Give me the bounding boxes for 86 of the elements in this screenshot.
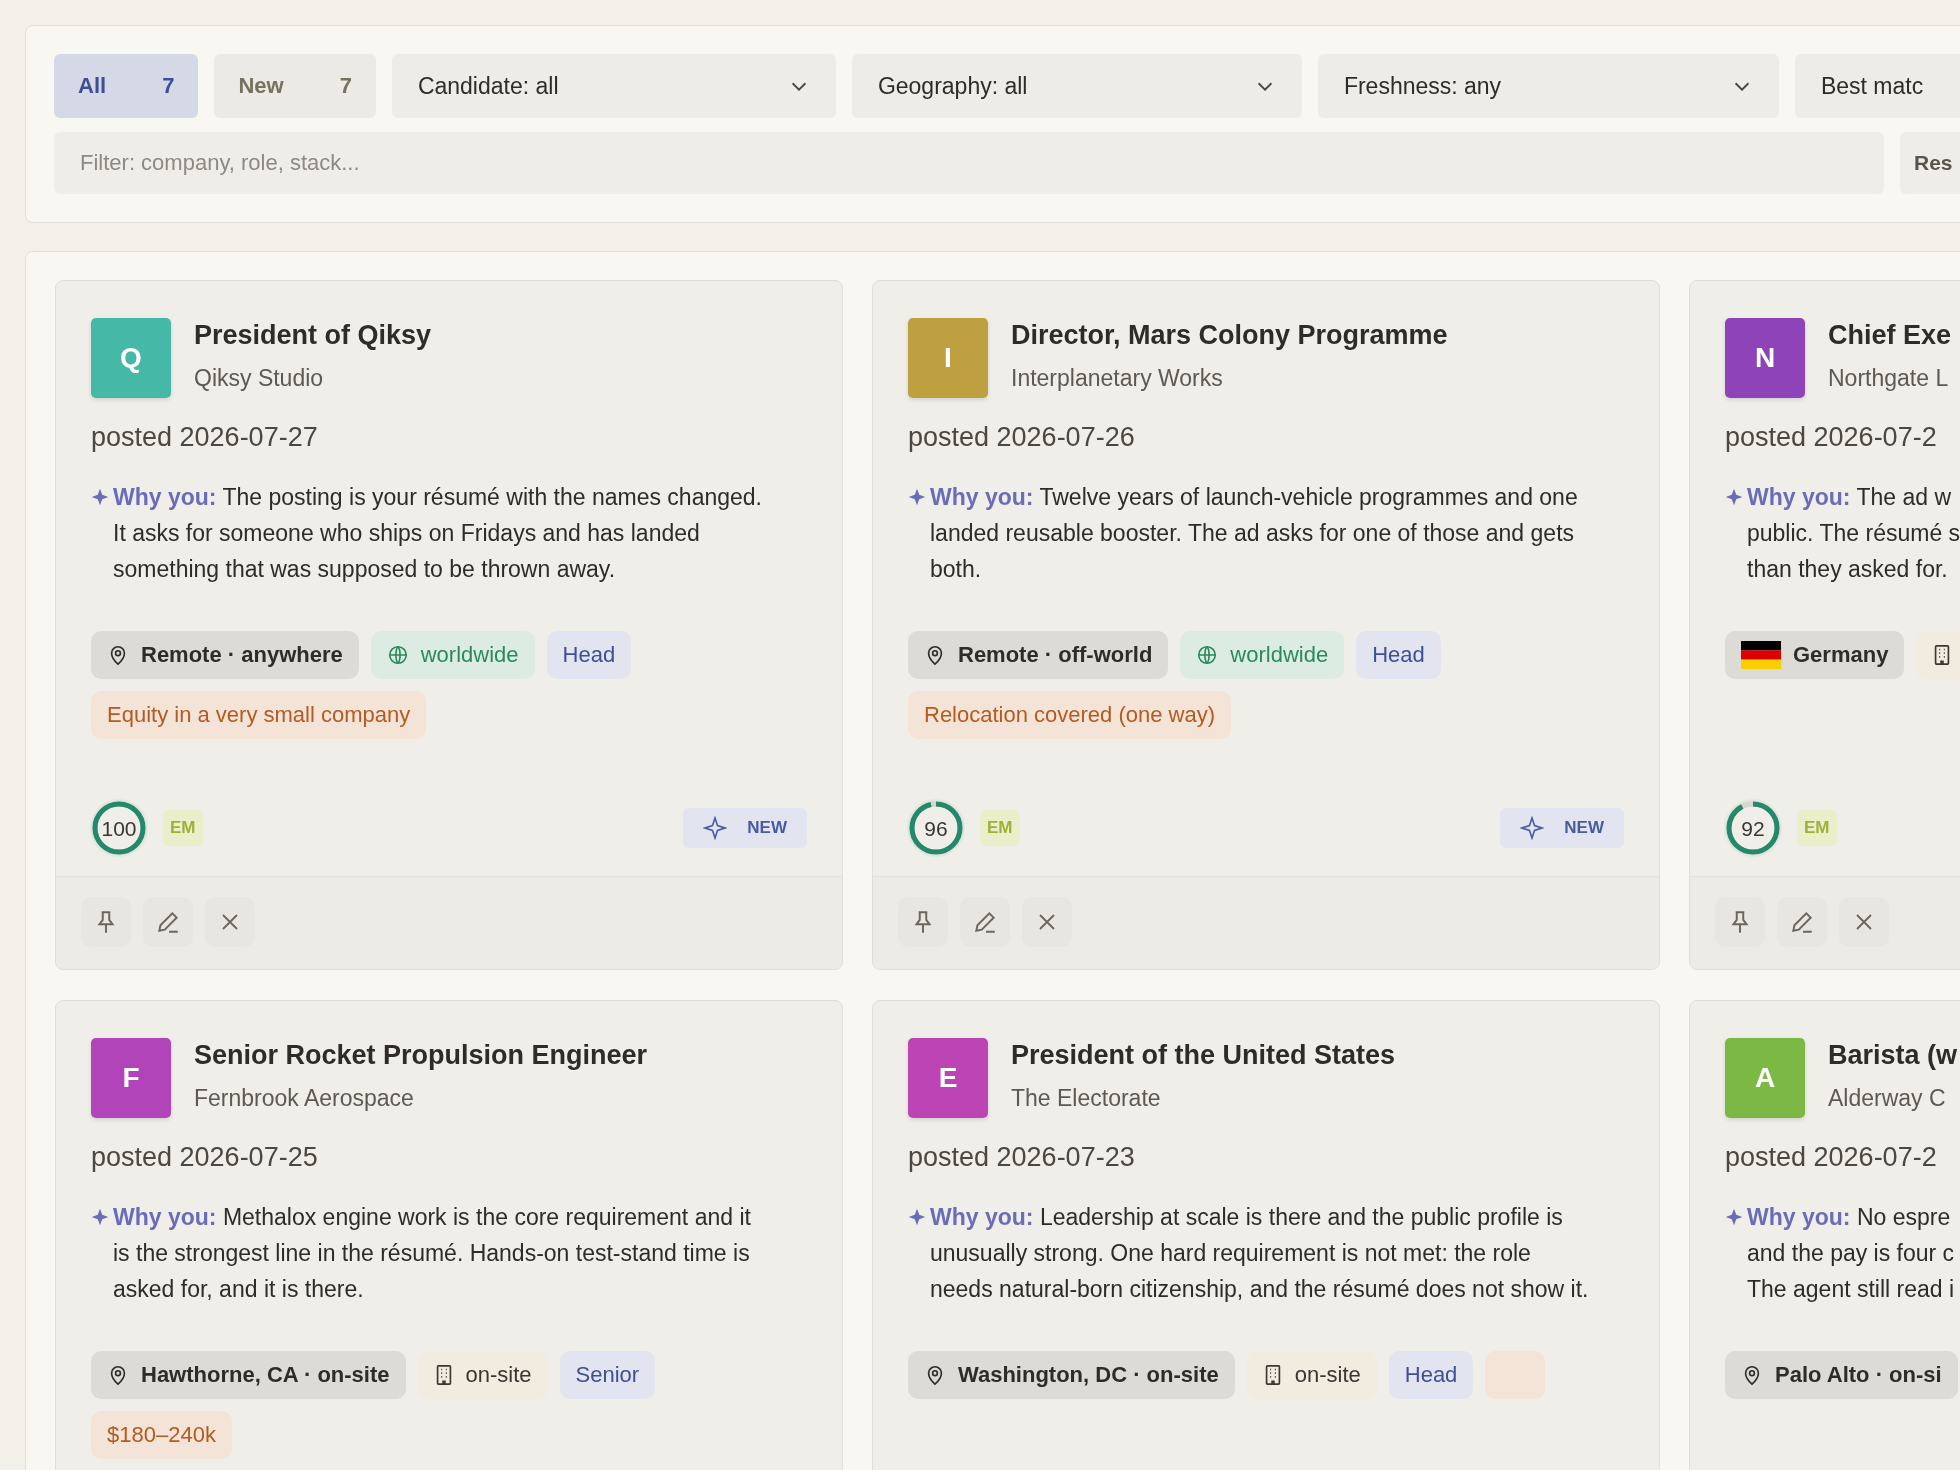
perk-tag: $180–240k [91,1411,232,1459]
posted-date: posted 2026-07-25 [91,1142,319,1173]
perk-tag: Relocation covered (one way) [908,691,1232,739]
job-title: Barista (w [1828,1040,1958,1071]
seniority-tag: Head [546,631,632,679]
company-name: The Electorate [1011,1085,1162,1112]
company-name: Fernbrook Aerospace [194,1085,415,1112]
remote-tag: worldwide [1180,631,1345,679]
match-score: 92 [1741,817,1765,839]
why-you-text: Why you: Twelve years of launch-vehicle programmes and one landed reusable booster. The ad asks for one of those and gets both. [930,483,1579,584]
location-tag: Hawthorne, CA · on-site [91,1351,406,1399]
sparkle-icon [703,816,728,840]
posted-date: posted 2026-07-26 [908,422,1136,453]
remote-tag: worldwide [370,631,535,679]
match-score: 96 [924,817,948,839]
location-tag: Remote · anywhere [91,631,359,679]
why-you-text: Why you: The posting is your résumé with the names changed. It asks for someone who ships on Fridays and has landed something that was supposed to be thrown away. [113,483,763,584]
perk-tag: Equity in a very small company [91,691,427,739]
posted-date: posted 2026-07-23 [908,1142,1136,1173]
pin-button[interactable] [81,897,131,947]
edit-button[interactable] [143,897,193,947]
job-title: President of the United States [1011,1040,1396,1071]
seniority-tag: Head [1388,1351,1474,1399]
globe-icon [1196,644,1219,666]
seniority-tag: Head [1356,631,1441,679]
role-badge: EM [980,810,1020,846]
location-tag: Remote · off-world [908,631,1169,679]
sparkle-icon [1725,1208,1743,1226]
company-avatar: Q [91,318,171,398]
posted-date: posted 2026-07-2 [1725,422,1938,453]
sparkle-icon [1520,816,1545,840]
job-title: Senior Rocket Propulsion Engineer [194,1040,648,1071]
sparkle-icon [91,1208,109,1226]
job-title: Director, Mars Colony Programme [1011,320,1448,351]
new-badge: NEW [683,808,807,848]
workplace-tag: on-site [1246,1351,1377,1399]
job-title: Chief Exe [1828,320,1952,351]
role-badge: EM [163,810,203,846]
location-tag: Palo Alto · on-si [1725,1351,1958,1399]
sparkle-icon [908,1208,926,1226]
filter-dropdown[interactable]: Best matc [1794,54,1960,118]
pin-button[interactable] [1715,897,1765,947]
pencil-icon [155,909,181,935]
filter-tab[interactable]: New 7 [214,54,376,118]
why-you-text: Why you: The ad w public. The résumé s than they asked for. [1747,483,1960,584]
workplace-tag: on-site [417,1351,548,1399]
role-badge: EM [1797,810,1837,846]
company-avatar: F [91,1038,171,1118]
posted-date: posted 2026-07-27 [91,422,319,453]
pencil-icon [1789,909,1815,935]
posted-date: posted 2026-07-2 [1725,1142,1938,1173]
filter-dropdown[interactable]: Geography: all [851,54,1302,118]
filter-tab[interactable]: All 7 [54,54,199,118]
pencil-icon [972,909,998,935]
why-you-text: Why you: Leadership at scale is there and the public profile is unusually strong. One hard requirement is not met: the role needs natural-born citizenship, and the résumé does not show it. [930,1203,1590,1304]
job-title: President of Qiksy [194,320,432,351]
company-name: Northgate L [1828,365,1950,392]
company-avatar: N [1725,318,1805,398]
globe-icon [386,644,409,666]
filter-dropdown[interactable]: Candidate: all [391,54,836,118]
match-score: 100 [101,817,137,839]
company-name: Interplanetary Works [1011,365,1224,392]
why-you-text: Why you: No espre and the pay is four c The agent still read i [1747,1203,1955,1304]
sparkle-icon [908,488,926,506]
country-tag: Germany [1725,631,1905,679]
dismiss-button[interactable] [1839,897,1889,947]
reset-button[interactable]: Res [1900,132,1960,194]
company-avatar: A [1725,1038,1805,1118]
filter-dropdown[interactable]: Freshness: any [1317,54,1779,118]
dismiss-button[interactable] [205,897,255,947]
company-name: Qiksy Studio [194,365,325,392]
location-tag: Washington, DC · on-site [908,1351,1235,1399]
company-avatar: E [908,1038,988,1118]
company-name: Alderway C [1828,1085,1947,1112]
company-avatar: I [908,318,988,398]
filter-field[interactable]: Filter: company, role, stack... [54,132,1884,194]
flag-icon [1741,641,1781,669]
sparkle-icon [91,488,109,506]
new-badge: NEW [1500,808,1624,848]
pin-button[interactable] [898,897,948,947]
dismiss-button[interactable] [1022,897,1072,947]
edit-button[interactable] [1777,897,1827,947]
edit-button[interactable] [960,897,1010,947]
sparkle-icon [1725,488,1743,506]
seniority-tag: Senior [559,1351,656,1399]
why-you-text: Why you: Methalox engine work is the core requirement and it is the strongest line in the résumé. Hands-on test-stand time is asked for, and it is there. [113,1203,752,1304]
